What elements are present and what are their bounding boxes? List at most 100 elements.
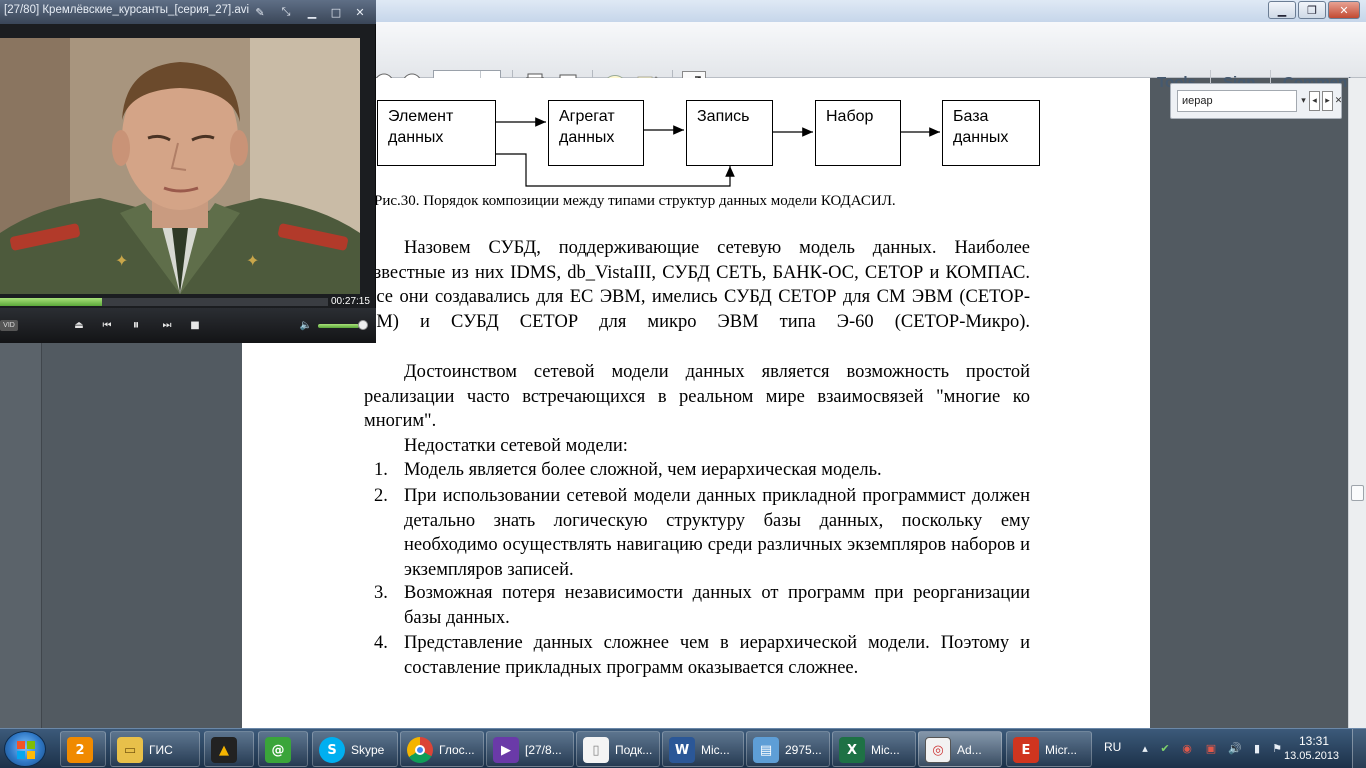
pin-icon: ✎ (255, 5, 265, 19)
antivirus-icon[interactable]: ◉ (1180, 741, 1194, 755)
list-item-number: 2. (374, 486, 388, 506)
diagram-node-record: Запись (686, 100, 773, 166)
show-desktop-button[interactable] (1352, 729, 1366, 768)
taskbar-item-word[interactable]: W Mic... (662, 731, 744, 767)
svg-text:✦: ✦ (246, 251, 259, 270)
player-minimize-button[interactable]: ▁ (302, 4, 322, 20)
chevron-left-icon: ◂ (1312, 96, 1317, 106)
list-item-number: 4. (374, 633, 388, 653)
volume-knob[interactable] (358, 320, 368, 330)
list-item-text: Возможная потеря независимости данных от… (404, 583, 1030, 628)
next-button[interactable]: ⏭ (159, 318, 175, 332)
close-find-button[interactable]: ✕ (1333, 91, 1344, 111)
pause-button[interactable]: ⏸ (128, 317, 144, 333)
taskbar-item-label: Подк... (615, 743, 653, 757)
search-options-button[interactable]: ▾ (1298, 91, 1309, 111)
minimize-icon: ▁ (307, 5, 317, 19)
speaker-icon: 🔈 (299, 319, 313, 331)
taskbar-item-label: Глос... (439, 743, 475, 757)
list-item-number: 3. (374, 583, 388, 603)
safely-remove-icon[interactable]: ▣ (1204, 741, 1218, 755)
figure-caption: Рис.30. Порядок композиции между типами … (374, 193, 896, 209)
player-close-button[interactable]: ✕ (350, 4, 370, 20)
maximize-icon: □ (330, 5, 342, 19)
taskbar-item-label: Skype (351, 743, 385, 757)
shrink-icon: ⤡ (281, 5, 291, 18)
compact-mode-button[interactable]: ⤡ (276, 4, 296, 20)
taskbar-item-label: 2975... (785, 743, 822, 757)
player-titlebar[interactable]: [27/80] Кремлёвские_курсанты_[серия_27].… (0, 0, 376, 24)
media-player-icon: ▶ (493, 737, 519, 763)
stop-button[interactable]: ■ (187, 318, 203, 332)
taskbar-item-acdsee[interactable]: ◎ Ad... (918, 731, 1002, 767)
taskbar-item-skype[interactable]: S Skype (312, 731, 398, 767)
clock-time[interactable]: 13:31 (1299, 734, 1329, 748)
restore-button[interactable]: ❐ (1298, 1, 1326, 19)
start-button[interactable] (4, 731, 46, 767)
mute-button[interactable]: 🔈 (298, 318, 314, 332)
flag-icon[interactable]: ⚑ (1270, 741, 1284, 755)
taskbar-item-aimp[interactable]: ▲ (204, 731, 254, 767)
windows-logo-icon (17, 741, 35, 759)
search-input[interactable] (1177, 90, 1297, 112)
taskbar-item-document[interactable]: ▯ Подк... (576, 731, 660, 767)
pin-button[interactable]: ✎ (250, 4, 270, 20)
vertical-scrollbar[interactable] (1348, 78, 1366, 728)
taskbar-item-excel[interactable]: X Mic... (832, 731, 916, 767)
taskbar-item-reader[interactable]: E Micr... (1006, 731, 1092, 767)
list-item-text: При использовании сетевой модели данных … (404, 486, 1030, 580)
taskbar-item-label: Mic... (871, 743, 900, 757)
video-picture: ✦ ✦ (0, 38, 360, 294)
network-shield-icon[interactable]: ✔ (1158, 741, 1172, 755)
close-button[interactable]: ✕ (1328, 1, 1360, 19)
minimize-button[interactable]: ▁ (1268, 1, 1296, 19)
taskbar: 2 ▭ ГИС ▲ @ S Skype Глос... ▶ [27/8... ▯… (0, 728, 1366, 768)
video-badge: VID (0, 320, 18, 331)
reader-icon: E (1013, 737, 1039, 763)
show-hidden-icons-button[interactable]: ▴ (1138, 741, 1152, 755)
document-icon: ▯ (583, 737, 609, 763)
list-item-number: 1. (374, 460, 388, 480)
seek-bar[interactable] (0, 298, 328, 306)
previous-icon: ⏮ (102, 319, 112, 331)
video-frame[interactable]: ✦ ✦ (0, 38, 360, 294)
language-indicator[interactable]: RU (1104, 740, 1121, 754)
taskbar-item-explorer[interactable]: ▭ ГИС (110, 731, 200, 767)
find-next-button[interactable]: ▸ (1322, 91, 1333, 111)
taskbar-item-archive[interactable]: ▤ 2975... (746, 731, 830, 767)
diagram-node-data-element: Элемент данных (377, 100, 496, 166)
aimp-icon: ▲ (211, 737, 237, 763)
list-item-text: Модель является более сложной, чем иерар… (404, 460, 882, 480)
taskbar-item-label: ГИС (149, 743, 173, 757)
taskbar-item-player[interactable]: ▶ [27/8... (486, 731, 574, 767)
volume-level (318, 324, 360, 328)
taskbar-item-label: [27/8... (525, 743, 562, 757)
eject-button[interactable]: ⏏ (71, 318, 87, 332)
word-icon: W (669, 737, 695, 763)
player-title: [27/80] Кремлёвские_курсанты_[серия_27].… (4, 4, 250, 16)
chevron-right-icon: ▸ (1325, 96, 1330, 106)
skype-icon: S (319, 737, 345, 763)
paragraph-disadvantages-heading: Недостатки сетевой модели: (404, 436, 628, 456)
icq-icon: 2 (67, 737, 93, 763)
acdsee-icon: ◎ (925, 737, 951, 763)
close-icon: ✕ (1339, 3, 1349, 17)
player-maximize-button[interactable]: □ (326, 4, 346, 20)
taskbar-item-mail-agent[interactable]: @ (258, 731, 308, 767)
volume-icon[interactable]: 🔊 (1228, 741, 1242, 755)
taskbar-item-label: Mic... (701, 743, 730, 757)
eject-icon: ⏏ (74, 319, 84, 331)
list-item-text: Представление данных сложнее чем в иерар… (404, 633, 1030, 678)
scrollbar-thumb[interactable] (1351, 485, 1364, 501)
network-icon[interactable]: ▮ (1250, 741, 1264, 755)
taskbar-item-label: Micr... (1045, 743, 1077, 757)
taskbar-item-chrome[interactable]: Глос... (400, 731, 484, 767)
restore-icon: ❐ (1307, 3, 1317, 17)
pause-icon: ⏸ (132, 317, 140, 333)
previous-button[interactable]: ⏮ (99, 318, 115, 332)
clock-date[interactable]: 13.05.2013 (1284, 750, 1339, 762)
find-previous-button[interactable]: ◂ (1309, 91, 1320, 111)
paragraph-dbms-list: Назовем СУБД, поддерживающие сетевую мод… (364, 238, 1030, 332)
taskbar-item-icq[interactable]: 2 (60, 731, 106, 767)
archive-icon: ▤ (753, 737, 779, 763)
